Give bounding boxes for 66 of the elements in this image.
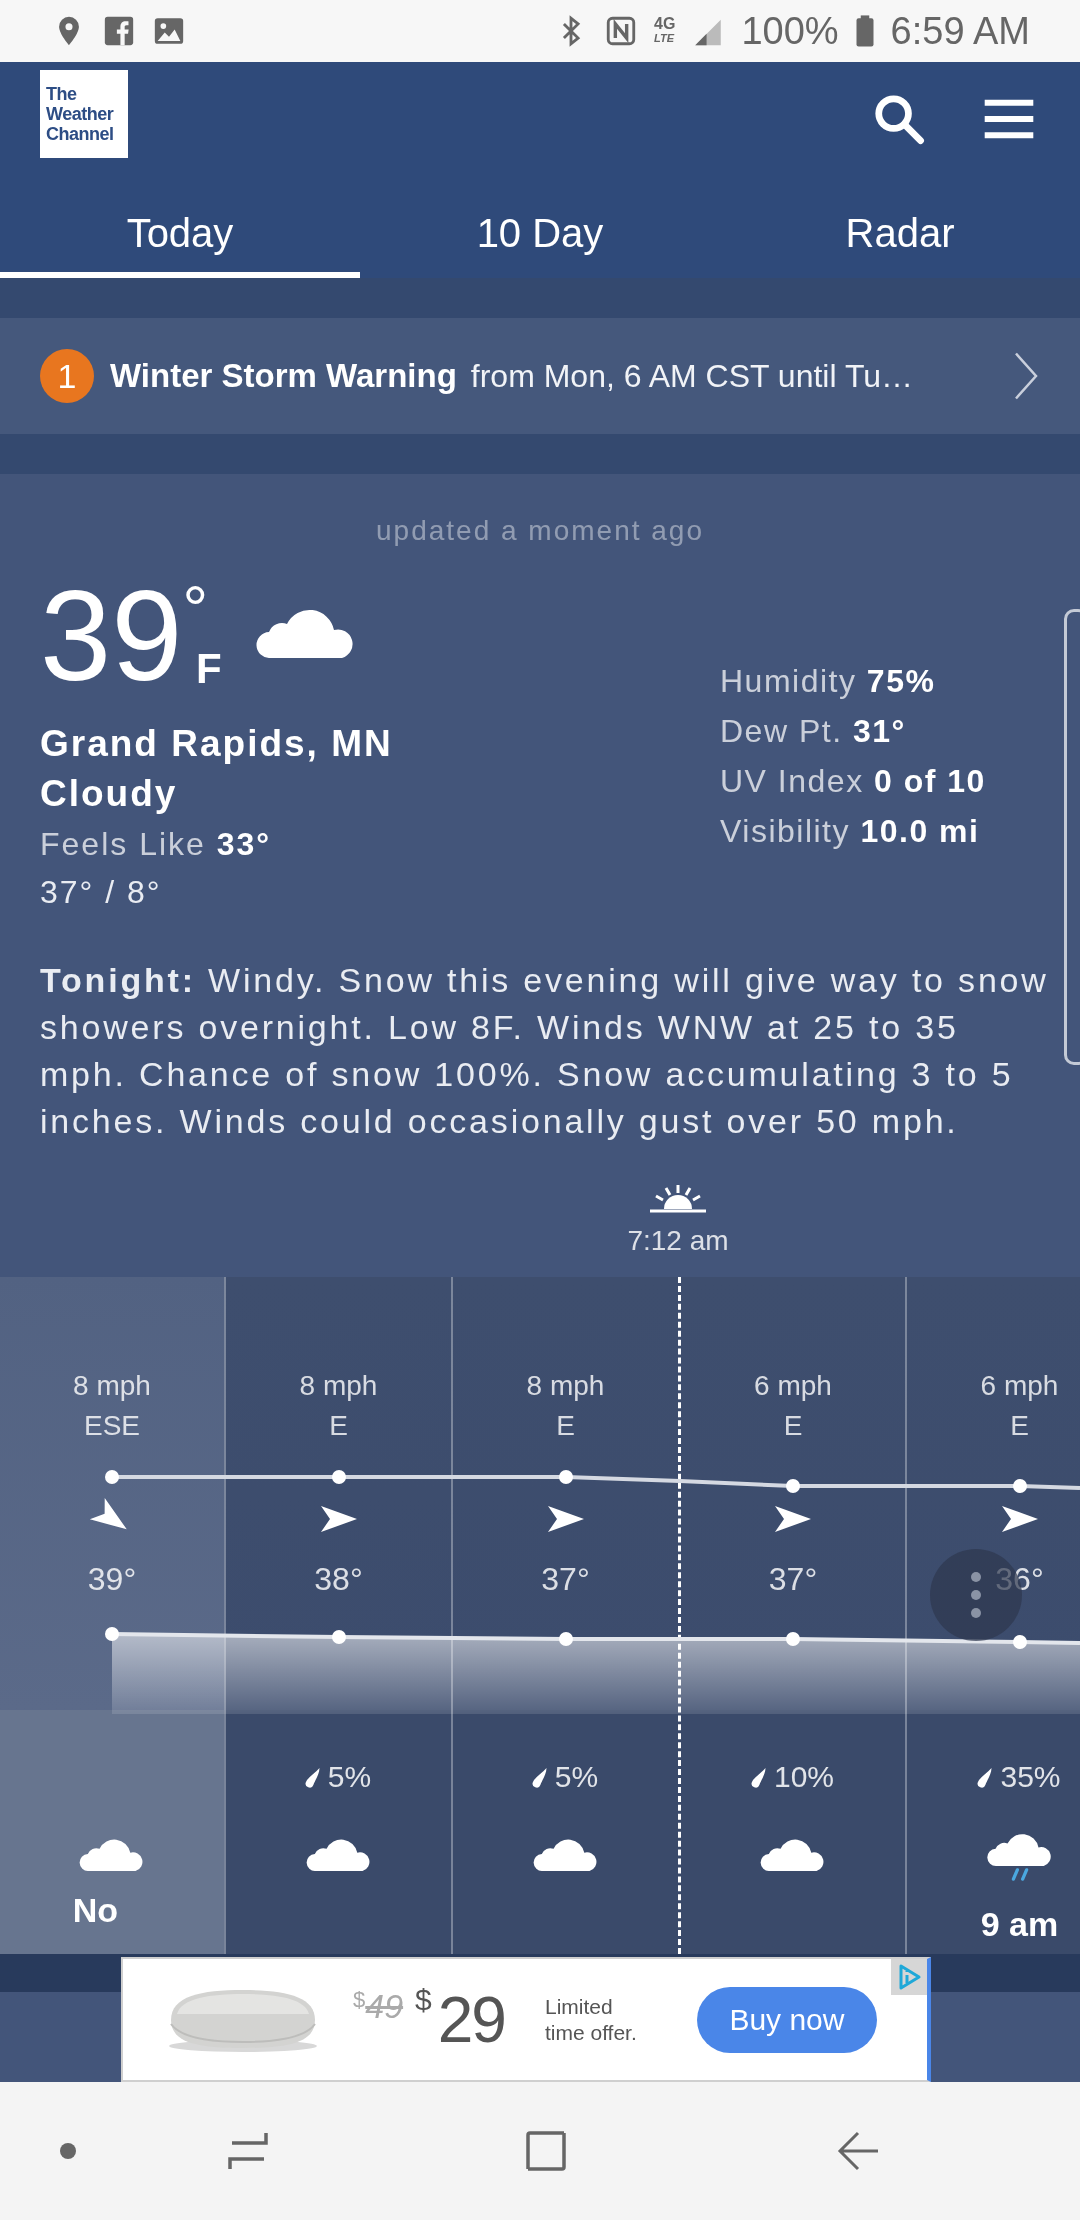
home-icon[interactable] — [524, 2129, 568, 2173]
wind-speed: 8 mph — [299, 1369, 378, 1403]
hourly-temperature: 38° — [314, 1560, 363, 1599]
feels-like: Feels Like 33° — [40, 825, 273, 864]
temperature-unit: F — [195, 644, 222, 694]
hourly-temperature: 36° — [995, 1560, 1044, 1599]
facebook-icon — [102, 14, 136, 48]
wind-direction: E — [329, 1409, 348, 1443]
sunrise-time: 7:12 am — [627, 1224, 729, 1258]
wind-direction: E — [1010, 1409, 1029, 1443]
precip-chance: 5% — [327, 1759, 372, 1795]
forecast-text: Tonight: Windy. Snow this evening will give way to snow showers overnight. Low 8F. Winds WNW at 25 to 35 mph. Chance of snow 100%. Snow accumulating 3 to 5 inches. Winds could occasionally gust over 50 mph. — [40, 960, 1050, 1142]
chevron-right-icon — [1012, 351, 1040, 401]
condition-text: Cloudy — [40, 772, 179, 816]
wind-arrow-icon — [773, 1504, 813, 1534]
hour-label: No — [72, 1891, 118, 1929]
alert-detail: from Mon, 6 AM CST until Tu… — [470, 357, 914, 395]
wind-direction: ESE — [84, 1409, 140, 1443]
hourly-temperature: 37° — [541, 1560, 590, 1599]
wind-direction: E — [783, 1409, 803, 1443]
hourly-temperature: 37° — [768, 1560, 818, 1599]
old-price: $^{$}$49 — [353, 1986, 404, 2026]
network-type: 4G LTE — [654, 17, 676, 45]
weather-detail: UV Index 0 of 10 — [720, 762, 987, 801]
alert-count-badge: 1 — [40, 349, 94, 403]
cloud-icon — [532, 1837, 599, 1871]
current-temperature: 39 — [40, 566, 183, 706]
hour-label: 9 am — [980, 1905, 1059, 1943]
precip-chance: 10% — [773, 1759, 834, 1795]
precip-chance: 5% — [554, 1759, 599, 1795]
wind-direction: E — [556, 1409, 575, 1443]
high-low: 37° / 8° — [40, 873, 163, 912]
advertisement-banner[interactable]: $^{$}$49 $^{$}$29 Limited time offer. Buy now — [121, 1957, 931, 2082]
cloud-icon — [79, 1837, 145, 1871]
tab[interactable]: Radar — [720, 210, 1080, 278]
buy-now-button[interactable]: Buy now — [696, 1986, 877, 2053]
clock: 6:59 AM — [890, 9, 1030, 53]
wind-arrow-icon — [545, 1504, 586, 1534]
wind-speed: 6 mph — [754, 1369, 832, 1403]
updated-time: updated a moment ago — [375, 514, 705, 548]
weather-detail: Visibility 10.0 mi — [720, 812, 981, 851]
tab[interactable]: 10 Day — [360, 210, 720, 278]
battery-icon — [854, 14, 875, 48]
search-icon[interactable] — [872, 92, 926, 146]
cloud-icon — [305, 1837, 372, 1871]
sale-price: $^{$}$29 — [415, 1982, 505, 2057]
precip-chance: 35% — [1000, 1759, 1061, 1795]
wind-arrow-icon — [999, 1504, 1040, 1534]
weather-detail: Dew Pt. 31° — [720, 712, 907, 751]
wind-speed: 8 mph — [73, 1369, 151, 1403]
more-icon — [970, 1571, 982, 1619]
offer-text: Limited time offer. — [544, 1993, 638, 2046]
degree-sign: ° — [182, 574, 208, 644]
dot-icon[interactable] — [60, 2143, 76, 2159]
wind-speed: 6 mph — [980, 1369, 1059, 1403]
hourly-column[interactable]: 8 mph ESE 39° No — [0, 1277, 224, 1954]
back-icon[interactable] — [836, 2129, 880, 2173]
wind-speed: 8 mph — [526, 1369, 605, 1403]
wind-arrow-icon — [318, 1504, 359, 1534]
location-name: Grand Rapids, MN — [40, 722, 393, 766]
cloud-icon — [760, 1837, 826, 1871]
battery-percent: 100% — [741, 9, 839, 53]
weather-detail: Humidity 75% — [720, 662, 937, 701]
hourly-temperature: 39° — [87, 1560, 137, 1599]
logo[interactable]: The Weather Channel — [40, 70, 128, 158]
alert-title: Winter Storm Warning — [110, 357, 457, 395]
